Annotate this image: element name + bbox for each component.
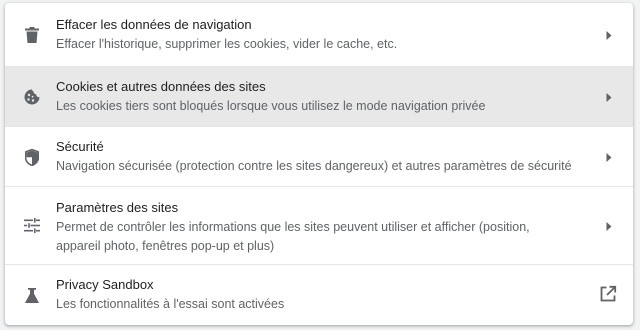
cookie-icon bbox=[22, 87, 42, 107]
row-title: Effacer les données de navigation bbox=[56, 17, 252, 32]
site-settings-row[interactable]: Paramètres des sites Permet de contrôler… bbox=[5, 186, 633, 264]
cookies-site-data-row[interactable]: Cookies et autres données des sites Les … bbox=[5, 66, 633, 126]
chevron-right-icon bbox=[603, 151, 615, 163]
shield-icon bbox=[22, 147, 42, 167]
row-description: Les fonctionnalités à l'essai sont activ… bbox=[56, 297, 285, 311]
chevron-right-icon bbox=[603, 91, 615, 103]
chevron-right-icon bbox=[603, 220, 615, 232]
row-description: Navigation sécurisée (protection contre … bbox=[56, 159, 572, 173]
chevron-right-icon bbox=[603, 29, 615, 41]
tune-sliders-icon bbox=[22, 215, 42, 235]
security-row[interactable]: Sécurité Navigation sécurisée (protectio… bbox=[5, 126, 633, 186]
clear-browsing-data-row[interactable]: Effacer les données de navigation Efface… bbox=[5, 3, 633, 66]
open-in-new-icon[interactable] bbox=[599, 285, 617, 303]
flask-icon bbox=[22, 285, 42, 305]
row-title: Sécurité bbox=[56, 139, 104, 154]
privacy-sandbox-row[interactable]: Privacy Sandbox Les fonctionnalités à l'… bbox=[5, 264, 633, 325]
privacy-settings-card: Effacer les données de navigation Efface… bbox=[5, 3, 633, 325]
row-description: Les cookies tiers sont bloqués lorsque v… bbox=[56, 99, 486, 113]
row-description: Permet de contrôler les informations que… bbox=[56, 220, 530, 253]
row-title: Cookies et autres données des sites bbox=[56, 79, 266, 94]
row-description: Effacer l'historique, supprimer les cook… bbox=[56, 37, 398, 51]
row-title: Privacy Sandbox bbox=[56, 277, 154, 292]
trash-icon bbox=[22, 25, 42, 45]
row-title: Paramètres des sites bbox=[56, 200, 179, 215]
